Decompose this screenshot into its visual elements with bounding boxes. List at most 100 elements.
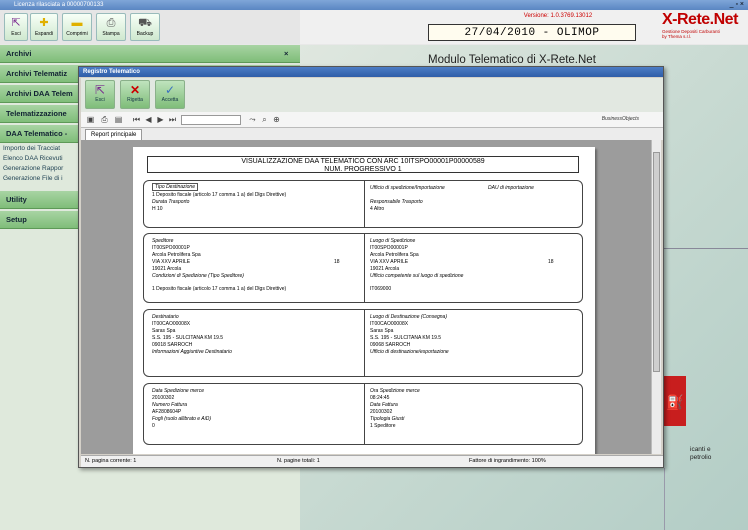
exit-button[interactable]: ⇱ Esci: [4, 13, 28, 41]
luogo-destinazione-code: IT00CAO00008X: [370, 321, 409, 327]
window-title: Licenza rilasciata a 00000700133: [14, 2, 104, 8]
report-section-spedizione: Data Spedizione merce 20100302 Numero Fa…: [143, 383, 583, 445]
accept-button[interactable]: ✓ Accetta: [155, 80, 185, 109]
condizioni-spedizione-label: Condizioni di Spedizione (Tipo Speditore…: [152, 273, 244, 279]
responsabile-trasporto-label: Responsabile Trasporto: [370, 199, 423, 205]
desktop-divider: [664, 248, 748, 249]
collapse-icon: ▬: [71, 17, 83, 29]
sidebar-item-elenco-daa[interactable]: Elenco DAA Ricevuti: [0, 154, 80, 164]
sidebar-section-label: DAA Telematico -: [6, 129, 68, 138]
luogo-spedizione-name: Arcola Petrolifera Spa: [370, 252, 419, 258]
backup-button[interactable]: ⛟ Backup: [130, 13, 160, 41]
responsabile-trasporto-value: 4 Altro: [370, 206, 385, 212]
zoom-status: Fattore di ingrandimento: 100%: [469, 458, 546, 464]
luogo-destinazione-label: Luogo di Destinazione (Consegna): [370, 314, 447, 320]
go-to-page-icon[interactable]: ⤳: [247, 114, 258, 125]
sidebar-section-label: Utility: [6, 195, 27, 204]
report-title: VISUALIZZAZIONE DAA TELEMATICO CON ARC 1…: [147, 156, 579, 173]
report-section-destinatario: Destinatario IT00CAO00008X Saras Spa S.S…: [143, 309, 583, 377]
speditore-code: IT00SPO00001P: [152, 245, 190, 251]
sidebar-section-archivi[interactable]: Archivi ×: [0, 45, 300, 63]
reject-icon: ✕: [129, 83, 141, 97]
sidebar-item-generazione-rapporti[interactable]: Generazione Rappor: [0, 164, 80, 174]
print-icon[interactable]: ⎙: [99, 114, 110, 125]
desktop-side-text-1: icanti e: [690, 446, 711, 453]
business-objects-logo: BusinessObjects: [601, 116, 639, 122]
luogo-destinazione-address: S.S. 195 - SULCITANA KM 19.5: [370, 335, 442, 341]
luogo-spedizione-cap: 19021 Arcola: [370, 266, 400, 272]
speditore-address: VIA XXV APRILE: [152, 259, 191, 265]
sidebar-item-generazione-file[interactable]: Generazione File di i: [0, 174, 80, 184]
desktop-side-text-2: petrolio: [690, 454, 712, 461]
expand-icon: ✚: [39, 17, 49, 29]
total-pages-status: N. pagine totali: 1: [277, 458, 320, 464]
sidebar-item-import-tracciati[interactable]: Importo dei Tracciat: [0, 144, 80, 154]
zoom-icon[interactable]: ⊕: [271, 114, 282, 125]
sidebar-section-label: Telematizzazione: [6, 109, 67, 118]
tipologia-label: Tipologia Giusti: [370, 416, 405, 422]
speditore-label: Speditore: [152, 238, 174, 244]
tipo-destinazione-value: 1 Deposito fiscale (articolo 17 comma 1 …: [152, 192, 287, 198]
tab-report-principale[interactable]: Report principale: [85, 129, 143, 140]
backup-icon: ⛟: [138, 17, 152, 29]
report-vertical-scrollbar[interactable]: [651, 140, 661, 454]
numero-fattura-value: AF2808604P: [152, 409, 182, 415]
section-divider: [364, 310, 365, 376]
exit-button-label: Esci: [11, 31, 21, 37]
last-page-icon[interactable]: ⏭: [167, 114, 178, 125]
reject-button[interactable]: ✕ Rigetta: [120, 80, 150, 109]
exit-icon: ⇱: [94, 83, 106, 97]
dau-importazione-label: DAU di importazione: [488, 185, 534, 191]
prev-page-icon[interactable]: ◀: [143, 114, 154, 125]
dialog-exit-button[interactable]: ⇱ Esci: [85, 80, 115, 109]
logo-title: X-Rete.Net: [662, 11, 738, 28]
window-controls[interactable]: _ ▫ ×: [730, 0, 744, 10]
destinatario-label: Destinatario: [152, 314, 179, 320]
ora-spedizione-value: 08:24:45: [370, 395, 390, 401]
desktop-side-text: icanti e petrolio: [690, 446, 711, 462]
dialog-title: Registro Telematico: [79, 67, 663, 77]
destinatario-address: S.S. 195 - SULCITANA KM 19.5: [152, 335, 224, 341]
data-fattura-value: 20100302: [370, 409, 393, 415]
close-icon[interactable]: ×: [284, 45, 288, 63]
accept-label: Accetta: [161, 97, 179, 103]
section-divider: [364, 384, 365, 444]
report-title-line-2: NUM. PROGRESSIVO 1: [324, 166, 402, 173]
print-button[interactable]: ⎙ Stampa: [96, 13, 126, 41]
report-page: VISUALIZZAZIONE DAA TELEMATICO CON ARC 1…: [133, 147, 595, 454]
version-label: Versione: 1.0.3769.13012: [523, 13, 593, 19]
print-button-label: Stampa: [102, 31, 120, 37]
binoculars-icon[interactable]: ⌕: [259, 114, 270, 125]
expand-button[interactable]: ✚ Espandi: [30, 13, 58, 41]
data-fattura-label: Data Fattura: [370, 402, 398, 408]
speditore-cap: 19021 Arcola: [152, 266, 182, 272]
app-logo: X-Rete.Net Gestione Depositi Carburanti …: [662, 11, 748, 41]
destinatario-cap: 09018 SARROCH: [152, 342, 193, 348]
sidebar-section-label: Setup: [6, 215, 27, 224]
destinatario-info-label: Informazioni Aggiuntive Destinatario: [152, 349, 232, 355]
sidebar-section-label: Archivi DAA Telem: [6, 89, 73, 98]
next-page-icon[interactable]: ▶: [155, 114, 166, 125]
luogo-destinazione-name: Saras Spa: [370, 328, 394, 334]
sidebar-section-label: Archivi Telematiz: [6, 69, 68, 78]
reject-label: Rigetta: [127, 97, 143, 103]
data-spedizione-label: Data Spedizione merce: [152, 388, 204, 394]
fogli-label: Fogli (ruolo allibrato e AiD): [152, 416, 212, 422]
speditore-number: 18: [334, 259, 340, 265]
collapse-button[interactable]: ▬ Comprimi: [62, 13, 92, 41]
ufficio-destinazione-label: Ufficio di destinazione/esportazione: [370, 349, 449, 355]
page-number-input[interactable]: [181, 115, 241, 125]
tipologia-value: 1 Speditore: [370, 423, 396, 429]
first-page-icon[interactable]: ⏮: [131, 114, 142, 125]
tree-toggle-icon[interactable]: ▤: [113, 114, 124, 125]
oil-rig-icon: ⛽: [666, 394, 684, 410]
section-divider: [364, 181, 365, 227]
current-page-status: N. pagina corrente: 1: [85, 458, 137, 464]
report-tab-row: Report principale: [81, 128, 663, 140]
ora-spedizione-label: Ora Spedizione merce: [370, 388, 420, 394]
scrollbar-thumb[interactable]: [653, 152, 660, 372]
collapse-button-label: Comprimi: [66, 31, 88, 37]
export-icon[interactable]: ▣: [85, 114, 96, 125]
date-user-display: 27/04/2010 - OLIMOP: [428, 24, 636, 41]
data-spedizione-value: 20100302: [152, 395, 175, 401]
